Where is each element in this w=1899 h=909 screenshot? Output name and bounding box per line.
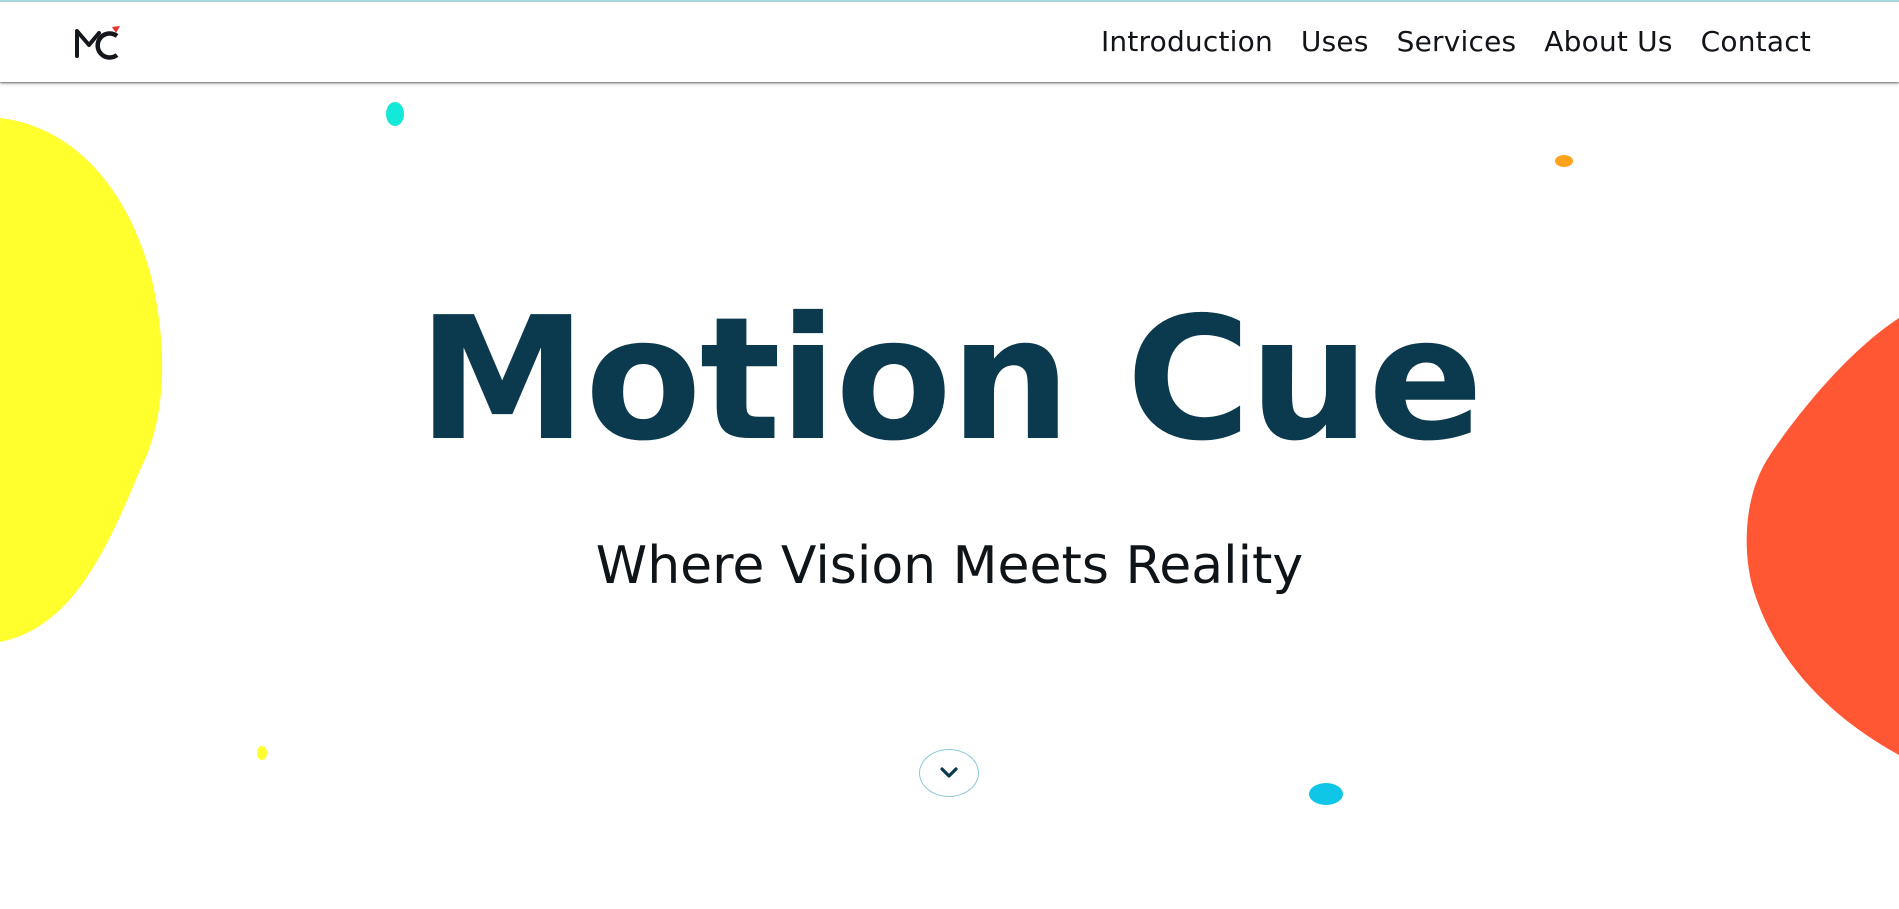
chevron-down-icon xyxy=(940,767,958,778)
hero-subtitle: Where Vision Meets Reality xyxy=(595,536,1304,596)
logo[interactable] xyxy=(74,24,124,60)
mc-logo-icon xyxy=(75,26,120,60)
nav-services[interactable]: Services xyxy=(1397,25,1517,58)
nav-introduction[interactable]: Introduction xyxy=(1101,25,1273,58)
navbar: Introduction Uses Services About Us Cont… xyxy=(0,0,1899,82)
main-nav: Introduction Uses Services About Us Cont… xyxy=(1101,0,1811,82)
yellow-dot xyxy=(257,746,267,760)
amber-dot xyxy=(1555,155,1573,167)
top-accent-line xyxy=(0,0,1899,2)
page: Introduction Uses Services About Us Cont… xyxy=(0,0,1899,909)
hero-title: Motion Cue xyxy=(417,281,1484,479)
nav-uses[interactable]: Uses xyxy=(1301,25,1369,58)
blue-dot xyxy=(1309,783,1343,805)
nav-about-us[interactable]: About Us xyxy=(1544,25,1672,58)
nav-contact[interactable]: Contact xyxy=(1701,25,1811,58)
cyan-dot xyxy=(386,102,404,126)
scroll-down-button[interactable] xyxy=(919,749,979,797)
